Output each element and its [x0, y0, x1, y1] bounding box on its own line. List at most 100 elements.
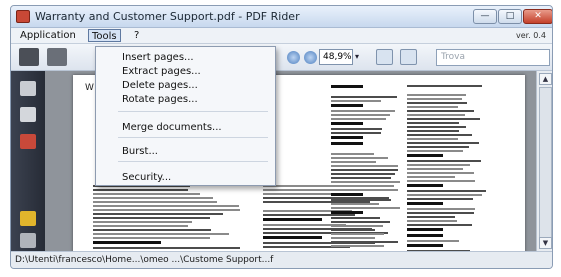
- save-icon[interactable]: [47, 48, 67, 66]
- zoom-level-select[interactable]: 48,9%: [319, 49, 353, 65]
- page-text-line: [263, 218, 322, 221]
- menu-item-extract-pages[interactable]: Extract pages...: [96, 65, 275, 79]
- fit-width-icon[interactable]: [376, 49, 393, 65]
- page-text-line: [93, 237, 210, 239]
- fit-page-icon[interactable]: [400, 49, 417, 65]
- scroll-up-button[interactable]: ▲: [539, 73, 552, 85]
- page-text-line: [331, 173, 395, 175]
- page-text-line: [331, 199, 391, 201]
- page-text-line: [331, 96, 397, 98]
- page-text-line: [407, 160, 481, 162]
- page-text-line: [407, 240, 459, 242]
- menu-item-delete-pages[interactable]: Delete pages...: [96, 79, 275, 93]
- menu-application[interactable]: Application: [17, 29, 79, 42]
- page-text-line: [93, 205, 239, 207]
- menu-separator: [118, 161, 268, 162]
- page-text-line: [93, 189, 188, 191]
- page-text-line: [407, 106, 458, 108]
- page-text-line: [93, 247, 240, 249]
- page-text-line: [407, 126, 466, 128]
- page-text-line: [331, 221, 390, 223]
- page-text-line: [407, 154, 443, 157]
- page-text-line: [93, 217, 210, 219]
- version-label: ver. 0.4: [515, 31, 546, 40]
- close-button[interactable]: ✕: [523, 9, 552, 24]
- page-text-line: [331, 207, 400, 209]
- zoom-in-icon[interactable]: [304, 51, 317, 64]
- page-text-line: [331, 161, 376, 163]
- page-text-line: [263, 236, 322, 239]
- page-text-line: [407, 176, 455, 178]
- paperclip-icon[interactable]: [20, 233, 36, 248]
- page-text-line: [263, 214, 355, 216]
- page-text-line: [331, 157, 388, 159]
- menu-item-merge-documents[interactable]: Merge documents...: [96, 121, 275, 135]
- page-text-line: [407, 142, 479, 144]
- printer-icon[interactable]: [19, 48, 39, 66]
- page-text-line: [331, 203, 379, 205]
- page-text-line: [331, 85, 363, 88]
- menu-item-security[interactable]: Security...: [96, 171, 275, 185]
- scroll-thumb[interactable]: [539, 87, 552, 239]
- bookmarks-icon[interactable]: [20, 107, 36, 122]
- page-text-line: [331, 229, 375, 231]
- zoom-out-icon[interactable]: [287, 51, 300, 64]
- page-text-line: [331, 132, 381, 134]
- page-text-line: [331, 211, 363, 214]
- page-text-line: [331, 217, 380, 219]
- page-text-line: [407, 164, 470, 166]
- page-text-line: [331, 128, 382, 130]
- attachment-icon[interactable]: [20, 134, 36, 149]
- menu-item-rotate-pages[interactable]: Rotate pages...: [96, 93, 275, 107]
- page-text-line: [331, 169, 398, 171]
- page-text-line: [407, 130, 459, 132]
- comments-icon[interactable]: [20, 211, 36, 226]
- page-text-line: [331, 237, 375, 239]
- page-text-line: [331, 241, 398, 243]
- page-text-line: [93, 229, 211, 231]
- page-text-line: [93, 193, 200, 195]
- page-text-line: [93, 197, 213, 199]
- page-text-line: [407, 138, 458, 140]
- page-text-line: [331, 245, 384, 247]
- search-input[interactable]: Trova: [436, 49, 550, 66]
- page-text-line: [331, 114, 390, 116]
- page-text-line: [407, 198, 473, 200]
- page-text-line: [407, 98, 462, 100]
- page-text-line: [93, 201, 217, 203]
- page-text-line: [407, 190, 486, 192]
- page-text-line: [407, 184, 443, 187]
- title-bar[interactable]: Warranty and Customer Support.pdf - PDF …: [11, 6, 552, 28]
- page-text-line: [407, 224, 472, 226]
- page-text-line: [407, 85, 482, 87]
- page-text-line: [331, 193, 363, 196]
- chevron-down-icon[interactable]: ▾: [355, 52, 359, 61]
- page-text-line: [407, 212, 474, 214]
- page-heading: W: [85, 83, 94, 93]
- page-text-line: [407, 110, 474, 112]
- page-text-line: [93, 209, 240, 211]
- page-text-line: [407, 118, 480, 120]
- menu-item-burst[interactable]: Burst...: [96, 145, 275, 159]
- page-text-line: [331, 142, 363, 145]
- page-text-line: [407, 150, 463, 152]
- pdf-rider-app-icon[interactable]: [16, 10, 30, 23]
- scroll-down-button[interactable]: ▼: [539, 237, 552, 249]
- maximize-button[interactable]: □: [498, 9, 522, 24]
- page-text-line: [407, 146, 469, 148]
- page-text-line: [407, 216, 455, 218]
- vertical-scrollbar[interactable]: ▲ ▼: [536, 71, 552, 251]
- minimize-button[interactable]: —: [473, 9, 497, 24]
- page-text-line: [331, 118, 386, 120]
- pages-icon[interactable]: [20, 81, 36, 96]
- page-text-line: [331, 225, 383, 227]
- menu-tools[interactable]: Tools: [88, 29, 121, 42]
- menu-help[interactable]: ?: [131, 29, 142, 42]
- page-text-line: [407, 172, 474, 174]
- page-text-line: [331, 136, 363, 139]
- page-text-line: [407, 134, 472, 136]
- tools-menu-dropdown: Insert pages... Extract pages... Delete pa…: [95, 46, 276, 186]
- menu-item-insert-pages[interactable]: Insert pages...: [96, 51, 275, 65]
- page-text-line: [407, 220, 457, 222]
- page-text-line: [331, 153, 374, 155]
